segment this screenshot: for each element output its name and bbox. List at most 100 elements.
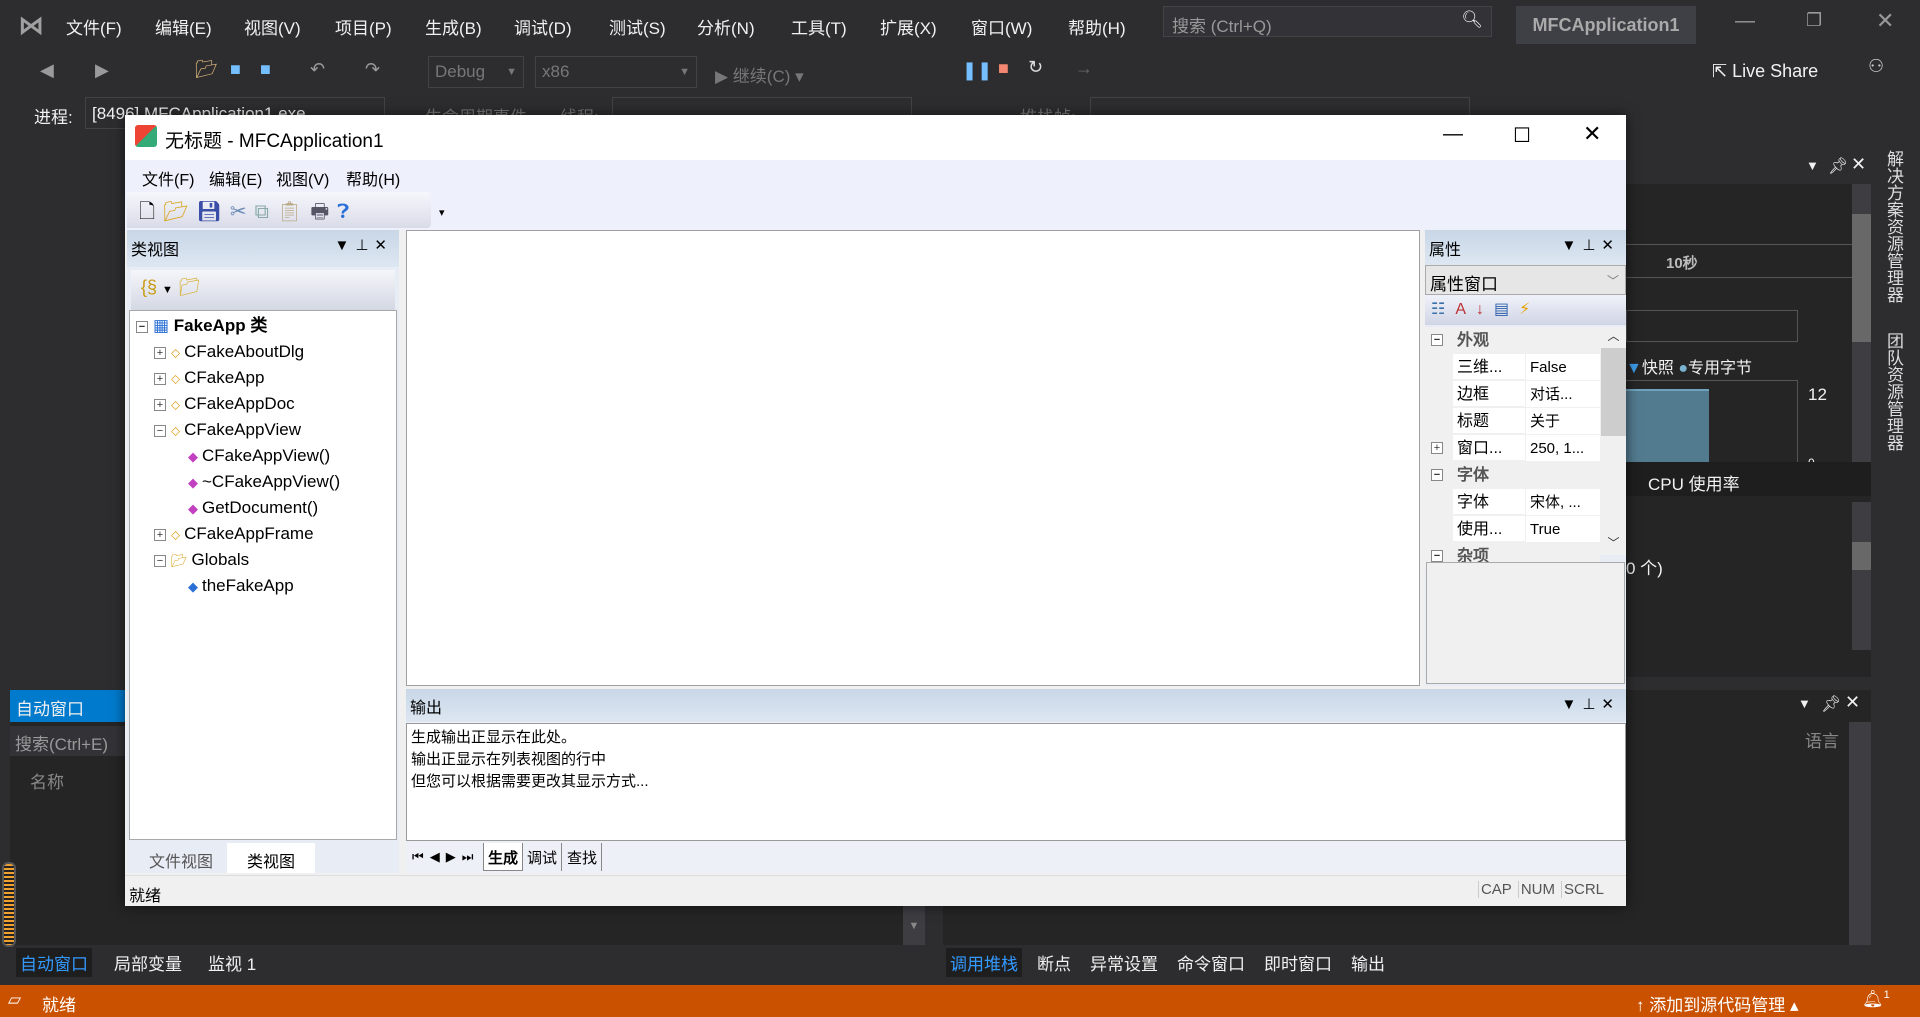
expand-icon[interactable]: + — [154, 528, 166, 541]
minimize-button[interactable]: — — [1735, 10, 1755, 33]
redo-icon[interactable]: ↷ — [365, 59, 380, 80]
property-row[interactable]: 边框 对话... — [1425, 381, 1600, 408]
property-row[interactable]: − 外观 — [1425, 327, 1600, 354]
pin-icon[interactable]: ⊥ — [1582, 237, 1601, 254]
output-tab[interactable]: 调试 — [523, 843, 563, 871]
platform-select[interactable]: x86 ▼ — [535, 56, 697, 88]
cut-icon[interactable]: ✂ — [230, 201, 255, 223]
menu-item[interactable]: 扩展(X) — [880, 14, 937, 39]
pause-icon[interactable]: ❚❚ — [962, 60, 992, 81]
back-icon[interactable]: ◀ — [40, 60, 54, 81]
categorized-icon[interactable]: ☷ — [1431, 301, 1455, 318]
auto-window-resize-grip[interactable] — [2, 862, 16, 947]
new-file-icon[interactable]: 🗋 — [139, 201, 163, 223]
open-folder-icon[interactable]: 📂︎ — [195, 59, 218, 80]
tree-item[interactable]: ◆ ~CFakeAppView() — [188, 469, 340, 495]
tree-item[interactable]: ◆ GetDocument() — [188, 495, 318, 521]
menu-item[interactable]: 分析(N) — [697, 14, 755, 39]
search-input[interactable]: 搜索 (Ctrl+Q) 🔍︎ — [1163, 6, 1492, 37]
pin-icon[interactable]: ⊥ — [355, 237, 374, 254]
cpu-usage-tab[interactable]: CPU 使用率 — [1648, 470, 1740, 495]
menu-item[interactable]: 帮助(H) — [1068, 14, 1126, 39]
expand-icon[interactable]: + — [154, 346, 166, 359]
class-view-sort-icon[interactable]: {§ — [141, 277, 157, 297]
pin-icon[interactable]: 📌︎ — [1828, 156, 1848, 176]
help-icon[interactable]: ❓︎ — [337, 201, 357, 223]
property-pages-icon[interactable]: ▤ — [1494, 301, 1519, 318]
close-button[interactable]: ✕ — [1876, 8, 1894, 34]
tree-item[interactable]: + ⬦ CFakeAppFrame — [154, 521, 314, 547]
tree-item[interactable]: − ⬦ CFakeAppView — [154, 417, 301, 443]
call-stack-scrollbar[interactable] — [1849, 722, 1871, 945]
output-tab[interactable]: 生成 — [483, 843, 524, 871]
toolbar-overflow-icon[interactable]: ▾ — [439, 206, 445, 219]
property-row[interactable]: − 字体 — [1425, 462, 1600, 489]
side-tab-solution-explorer[interactable]: 解决方案资源管理器 — [1882, 150, 1906, 303]
alphabetical-icon[interactable]: A↓ — [1455, 301, 1494, 318]
collapse-icon[interactable]: − — [136, 320, 148, 333]
restart-icon[interactable]: ↻ — [1028, 57, 1043, 78]
feedback-icon[interactable]: ⚇ — [1868, 56, 1884, 77]
properties-object-combo[interactable]: 属性窗口 ﹀ — [1425, 265, 1626, 295]
panel-menu-icon[interactable]: ▼ — [1561, 696, 1582, 713]
side-tab-team-explorer[interactable]: 团队资源管理器 — [1882, 332, 1906, 451]
panel-menu-icon[interactable]: ▼ — [334, 237, 355, 254]
property-value[interactable]: 宋体, ... — [1526, 489, 1600, 515]
tree-item[interactable]: ◆ theFakeApp — [188, 573, 294, 599]
property-value[interactable]: False — [1526, 354, 1600, 380]
panel-close-icon[interactable]: ✕ — [1601, 237, 1620, 254]
menu-item[interactable]: 工具(T) — [791, 14, 847, 39]
tree-item[interactable]: + ⬦ CFakeApp — [154, 365, 264, 391]
app-menu-item[interactable]: 编辑(E) — [209, 166, 262, 190]
menu-item[interactable]: 窗口(W) — [971, 14, 1032, 39]
bottom-tab[interactable]: 调用堆栈 — [946, 948, 1022, 977]
events-icon[interactable]: ⚡︎ — [1519, 301, 1540, 318]
live-share-button[interactable]: ⇱ Live Share — [1712, 61, 1818, 82]
notifications-bell-icon[interactable]: 🔔︎1 — [1862, 989, 1890, 1010]
pin-icon[interactable]: 📌︎ — [1821, 694, 1841, 714]
output-tab-nav[interactable]: ⏮◀▶⏭ — [412, 849, 479, 865]
output-tab[interactable]: 查找 — [563, 843, 603, 871]
auto-window-scrollbar[interactable]: ▼ — [903, 906, 925, 945]
tree-root[interactable]: − ▦ FakeApp 类 — [136, 313, 267, 339]
panel-close-icon[interactable]: ✕ — [1851, 154, 1866, 175]
collapse-icon[interactable]: − — [1431, 550, 1443, 562]
tree-item[interactable]: + ⬦ CFakeAppDoc — [154, 391, 295, 417]
bottom-tab[interactable]: 自动窗口 — [16, 948, 92, 977]
save-all-icon[interactable]: ■ — [260, 59, 271, 80]
forward-icon[interactable]: ▶ — [95, 60, 109, 81]
dropdown-arrow-icon[interactable]: ▼ — [162, 284, 173, 296]
bottom-tab[interactable]: 监视 1 — [204, 948, 260, 977]
app-menu-item[interactable]: 文件(F) — [142, 166, 194, 190]
print-icon[interactable]: 🖶 — [310, 201, 337, 223]
app-minimize-button[interactable]: — — [1443, 123, 1463, 146]
copy-icon[interactable]: ⧉ — [255, 201, 277, 223]
bottom-tab[interactable]: 断点 — [1033, 948, 1075, 977]
property-value[interactable]: True — [1526, 516, 1600, 542]
menu-item[interactable]: 文件(F) — [66, 14, 122, 39]
tree-item[interactable]: + ⬦ CFakeAboutDlg — [154, 339, 304, 365]
property-value[interactable]: 关于 — [1526, 408, 1600, 434]
class-view-tab[interactable]: 文件视图 — [137, 843, 225, 873]
diag-scrollbar[interactable] — [1852, 184, 1871, 462]
bottom-tab[interactable]: 异常设置 — [1086, 948, 1162, 977]
collapse-icon[interactable]: − — [1431, 469, 1443, 481]
menu-item[interactable]: 项目(P) — [335, 14, 392, 39]
panel-close-icon[interactable]: ✕ — [1601, 696, 1620, 713]
app-menu-item[interactable]: 视图(V) — [276, 166, 329, 190]
open-icon[interactable]: 📂︎ — [163, 201, 196, 223]
panel-menu-icon[interactable]: ▼ — [1798, 696, 1811, 711]
auto-window-search[interactable]: 搜索(Ctrl+E) — [10, 726, 130, 756]
property-row[interactable]: + 窗口... 250, 1... — [1425, 435, 1600, 462]
panel-menu-icon[interactable]: ▼ — [1561, 237, 1582, 254]
bottom-tab[interactable]: 命令窗口 — [1173, 948, 1249, 977]
stop-icon[interactable]: ■ — [998, 58, 1009, 79]
bottom-tab[interactable]: 即时窗口 — [1260, 948, 1336, 977]
panel-menu-icon[interactable]: ▼ — [1806, 158, 1819, 173]
save-icon[interactable]: ■ — [230, 59, 241, 80]
step-over-icon[interactable]: → — [1075, 58, 1093, 79]
panel-close-icon[interactable]: ✕ — [374, 237, 393, 254]
expand-icon[interactable]: + — [154, 372, 166, 385]
collapse-icon[interactable]: − — [1431, 334, 1443, 346]
property-grid-scrollbar[interactable]: ︿ ﹀ — [1601, 327, 1626, 555]
